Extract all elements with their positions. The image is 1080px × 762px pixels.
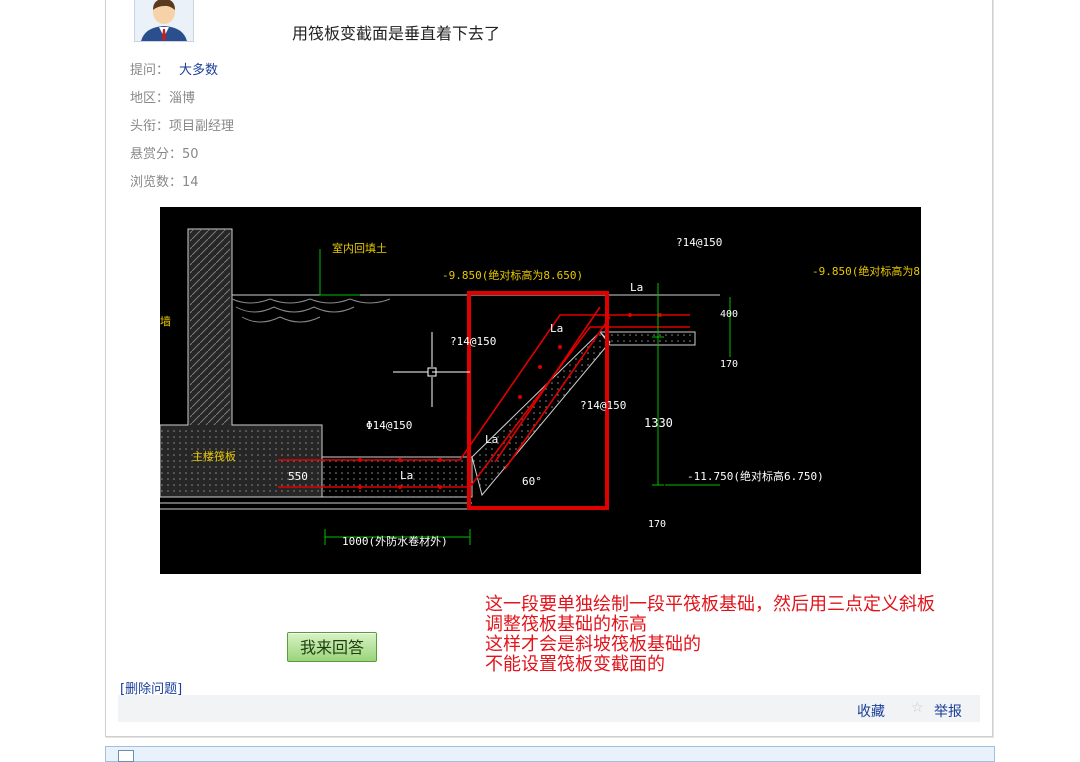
asker-label: 提问： xyxy=(130,63,170,78)
label-dim-1330: 1330 xyxy=(644,416,673,430)
label-dim-550: 550 xyxy=(288,470,308,483)
label-rebar-bottom: Φ14@150 xyxy=(366,419,412,432)
user-avatar-icon xyxy=(135,0,193,41)
label-dim-170-bottom: 170 xyxy=(648,519,666,530)
label-elev-right: -9.850(绝对标高为8.6 xyxy=(812,264,921,278)
answers-section-header xyxy=(105,746,995,762)
label-la-bottom: La xyxy=(400,469,413,482)
label-la-top: La xyxy=(630,281,643,294)
label-la-slope-bottom: La xyxy=(485,433,498,446)
reward-value: 50 xyxy=(182,147,199,162)
title-value: 项目副经理 xyxy=(169,119,235,134)
question-action-bar xyxy=(118,695,980,722)
views-value: 14 xyxy=(182,175,199,190)
meta-region: 地区：淄博 xyxy=(130,87,195,106)
note-line-1: 这一段要单独绘制一段平筏板基础，然后用三点定义斜板 xyxy=(485,594,935,615)
label-angle: 60° xyxy=(522,475,542,488)
answer-button[interactable]: 我来回答 xyxy=(287,632,377,662)
asker-link[interactable]: 大多数 xyxy=(179,63,218,78)
reward-label: 悬赏分： xyxy=(130,147,183,162)
label-rebar-top-right: ?14@150 xyxy=(676,236,722,249)
report-link[interactable]: 举报 xyxy=(934,701,962,721)
meta-title: 头衔：项目副经理 xyxy=(130,115,234,134)
avatar[interactable] xyxy=(134,0,194,42)
note-line-4: 不能设置筏板变截面的 xyxy=(485,654,665,675)
question-panel: 用筏板变截面是垂直着下去了 提问： 大多数 地区：淄博 头衔：项目副经理 悬赏分：… xyxy=(105,0,993,737)
question-title: 用筏板变截面是垂直着下去了 xyxy=(292,24,501,43)
meta-asker: 提问： 大多数 xyxy=(130,59,218,78)
star-icon: ☆ xyxy=(911,700,924,716)
label-elev-top: -9.850(绝对标高为8.650) xyxy=(442,268,583,282)
label-rebar-left: ?14@150 xyxy=(450,335,496,348)
section-tab-icon xyxy=(118,750,134,762)
label-elev-bottom: -11.750(绝对标高6.750) xyxy=(687,469,824,483)
label-dim-1000: 1000(外防水卷材外) xyxy=(342,534,448,548)
annotation-note: 这一段要单独绘制一段平筏板基础，然后用三点定义斜板 调整筏板基础的标高 这样才会… xyxy=(485,595,935,675)
collect-link[interactable]: 收藏 xyxy=(857,701,885,721)
region-label: 地区： xyxy=(130,91,170,106)
label-dim-400: 400 xyxy=(720,309,738,320)
meta-views: 浏览数：14 xyxy=(130,171,199,190)
label-dim-170-top: 170 xyxy=(720,359,738,370)
meta-reward: 悬赏分：50 xyxy=(130,143,199,162)
cad-drawing-image: 室内回填土 -9.850(绝对标高为8.650) -9.850(绝对标高为8.6… xyxy=(159,207,933,574)
label-wall: 墙 xyxy=(160,314,171,328)
note-line-2: 调整筏板基础的标高 xyxy=(485,614,647,635)
note-line-3: 这样才会是斜坡筏板基础的 xyxy=(485,634,701,655)
label-rebar-mid: ?14@150 xyxy=(580,399,626,412)
label-la-slope-top: La xyxy=(550,322,563,335)
label-indoor-backfill: 室内回填土 xyxy=(332,241,387,255)
label-main-raft: 主楼筏板 xyxy=(192,449,236,463)
title-label: 头衔： xyxy=(130,119,170,134)
views-label: 浏览数： xyxy=(130,175,183,190)
region-value: 淄博 xyxy=(169,91,196,106)
